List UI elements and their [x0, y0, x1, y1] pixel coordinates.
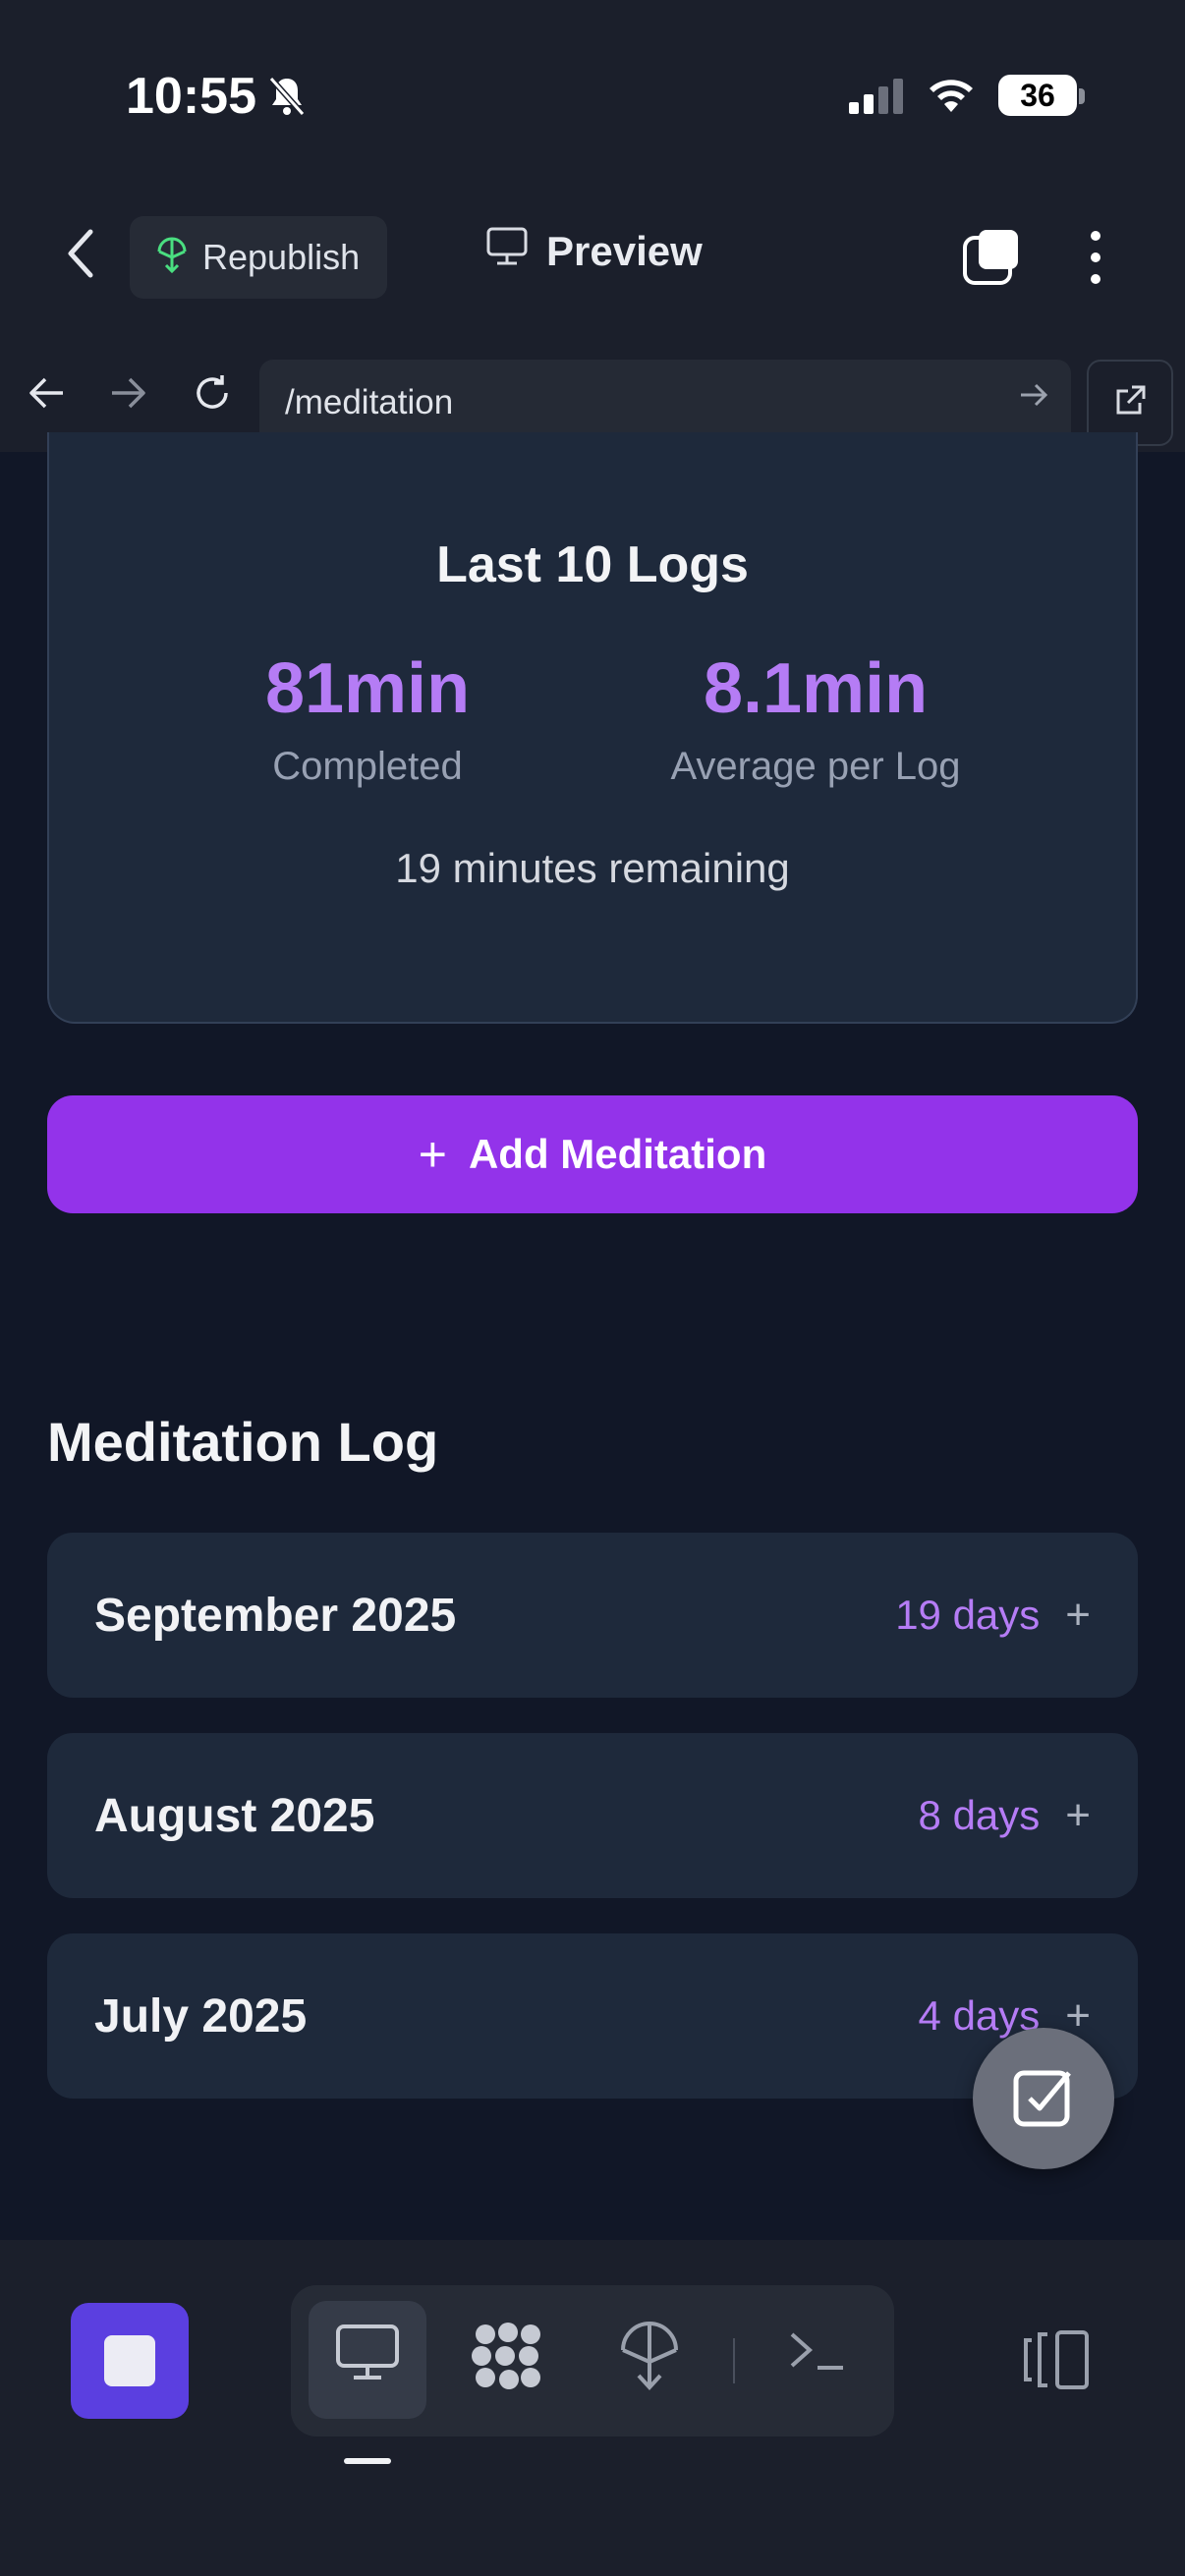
url-go-icon[interactable]: [1018, 381, 1049, 414]
month-summary: 19 days +: [895, 1591, 1091, 1640]
stop-icon: [104, 2335, 155, 2386]
terminal-tool-icon[interactable]: [786, 2321, 849, 2384]
silent-bell-icon: [267, 75, 307, 123]
month-name: July 2025: [94, 1989, 308, 2043]
tabs-icon[interactable]: [961, 228, 1022, 294]
completed-value: 81min: [264, 649, 471, 728]
preview-label: Preview: [546, 228, 703, 274]
average-value: 8.1min: [703, 649, 929, 728]
remaining-text: 19 minutes remaining: [395, 845, 790, 891]
stop-button[interactable]: [71, 2303, 189, 2419]
expand-plus-icon[interactable]: +: [1065, 1791, 1091, 1840]
republish-icon: [155, 234, 189, 282]
republish-label: Republish: [202, 237, 361, 277]
summary-card-title: Last 10 Logs: [436, 536, 749, 593]
nav-forward-icon[interactable]: [108, 375, 147, 416]
plus-icon: +: [418, 1127, 447, 1182]
month-row-july[interactable]: July 2025 4 days +: [47, 1933, 1138, 2099]
split-view-icon[interactable]: [1022, 2328, 1093, 2396]
nav-back-icon[interactable]: [28, 375, 67, 416]
wifi-icon: [924, 73, 979, 121]
checkbox-icon: [1012, 2065, 1075, 2133]
month-days: 19 days: [895, 1592, 1041, 1638]
month-row-september[interactable]: September 2025 19 days +: [47, 1533, 1138, 1698]
back-chevron-icon[interactable]: [63, 226, 98, 286]
external-link-icon: [1112, 383, 1148, 423]
month-summary: 8 days +: [919, 1791, 1091, 1840]
republish-button[interactable]: Republish: [130, 216, 387, 299]
average-label: Average per Log: [670, 745, 961, 788]
cellular-signal-icon: [847, 77, 906, 121]
expand-plus-icon[interactable]: +: [1065, 1591, 1091, 1640]
url-text: /meditation: [285, 383, 454, 421]
tool-divider: [733, 2338, 735, 2383]
month-name: August 2025: [94, 1789, 375, 1842]
active-tool-indicator: [344, 2458, 391, 2464]
more-vertical-icon[interactable]: [1081, 228, 1110, 292]
battery-level: 36: [998, 75, 1077, 116]
month-days: 8 days: [918, 1792, 1041, 1838]
monitor-tool-icon[interactable]: [334, 2321, 401, 2388]
add-meditation-button[interactable]: + Add Meditation: [47, 1095, 1138, 1213]
add-meditation-label: Add Meditation: [468, 1131, 767, 1177]
preview-button[interactable]: Preview: [485, 226, 703, 277]
month-row-august[interactable]: August 2025 8 days +: [47, 1733, 1138, 1898]
battery-tip: [1079, 88, 1085, 104]
cluster-tool-icon[interactable]: [470, 2321, 546, 2396]
reload-icon[interactable]: [191, 371, 234, 420]
meditation-log-title: Meditation Log: [47, 1411, 439, 1473]
completed-label: Completed: [272, 745, 463, 788]
status-time: 10:55: [126, 68, 256, 125]
checkbox-fab-button[interactable]: [973, 2028, 1114, 2169]
monitor-icon: [485, 226, 529, 277]
month-name: September 2025: [94, 1589, 457, 1642]
deploy-tool-icon[interactable]: [619, 2321, 680, 2396]
